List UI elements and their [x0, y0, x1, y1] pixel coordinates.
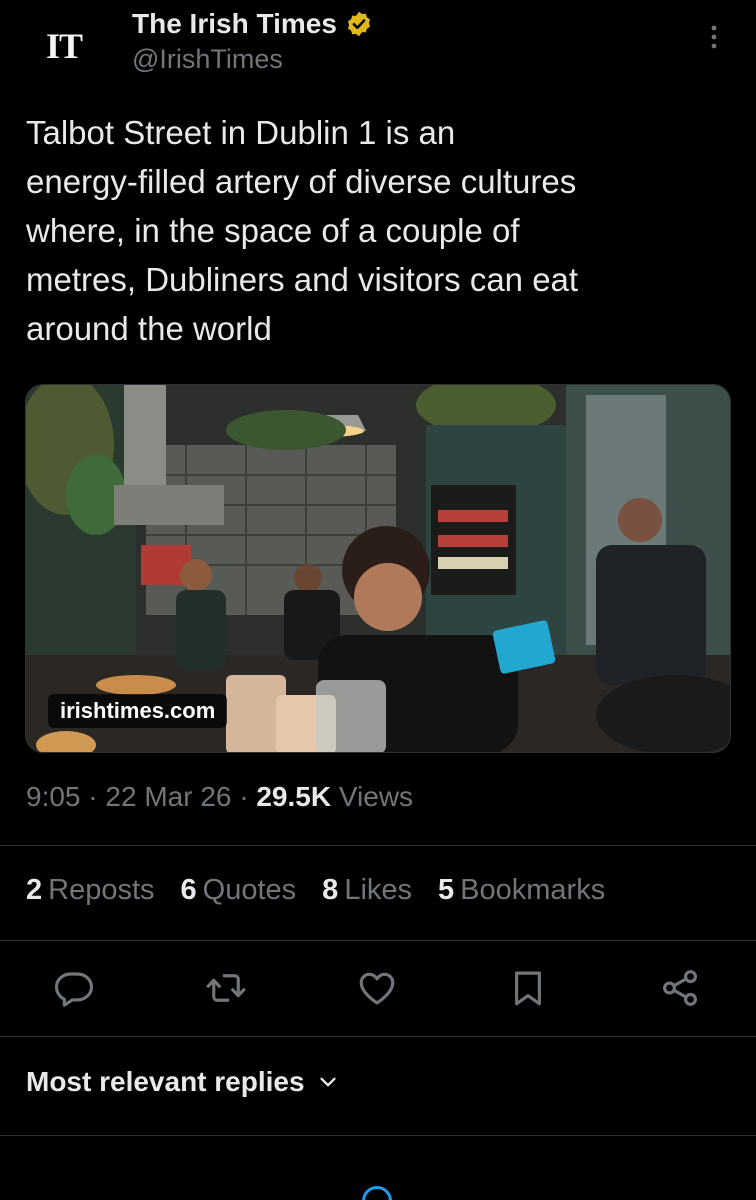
- more-options-icon[interactable]: [702, 22, 726, 52]
- meta-separator: ·: [231, 781, 257, 812]
- share-button[interactable]: [658, 966, 702, 1010]
- divider: [0, 940, 756, 941]
- action-bar: [0, 960, 756, 1016]
- tweet-date[interactable]: 22 Mar 26: [105, 781, 231, 812]
- author-block[interactable]: The Irish Times @IrishTimes: [132, 6, 373, 75]
- bookmarks-stat[interactable]: 5 Bookmarks: [438, 874, 605, 907]
- views-label: Views: [331, 781, 414, 812]
- like-button[interactable]: [355, 966, 399, 1010]
- loading-spinner-icon: [362, 1186, 392, 1200]
- like-icon: [359, 972, 395, 1005]
- meta-separator: ·: [80, 781, 106, 812]
- replies-sort-label: Most relevant replies: [26, 1066, 305, 1097]
- divider: [0, 845, 756, 846]
- bookmark-button[interactable]: [506, 966, 550, 1010]
- link-domain-badge[interactable]: irishtimes.com: [48, 694, 228, 728]
- engagement-stats: 2 Reposts 6 Quotes 8 Likes 5 Bookmarks: [26, 874, 631, 907]
- repost-button[interactable]: [204, 966, 248, 1010]
- views-count: 29.5K: [256, 781, 332, 812]
- divider: [0, 1135, 756, 1136]
- reply-icon: [54, 972, 94, 1007]
- tweet-header: IT The Irish Times @IrishTimes: [0, 0, 756, 100]
- repost-icon: [206, 974, 246, 1002]
- replies-sort-dropdown[interactable]: Most relevant replies: [26, 1066, 339, 1098]
- divider: [0, 1036, 756, 1037]
- avatar-logo-text: IT: [45, 26, 83, 66]
- chevron-down-icon: [319, 1077, 336, 1087]
- account-name[interactable]: The Irish Times: [132, 8, 337, 40]
- reposts-stat[interactable]: 2 Reposts: [26, 874, 155, 907]
- account-handle[interactable]: @IrishTimes: [132, 44, 373, 75]
- tweet-time[interactable]: 9:05: [26, 781, 81, 812]
- tweet-meta: 9:05 · 22 Mar 26 · 29.5K Views: [26, 781, 413, 813]
- tweet-text: Talbot Street in Dublin 1 is an energy-f…: [26, 114, 579, 347]
- avatar[interactable]: IT: [34, 22, 94, 70]
- bookmark-icon: [515, 971, 541, 1006]
- likes-stat[interactable]: 8 Likes: [322, 874, 412, 907]
- reply-button[interactable]: [52, 966, 96, 1010]
- quotes-stat[interactable]: 6 Quotes: [181, 874, 297, 907]
- share-icon: [663, 970, 697, 1006]
- gold-verified-icon: [347, 11, 370, 37]
